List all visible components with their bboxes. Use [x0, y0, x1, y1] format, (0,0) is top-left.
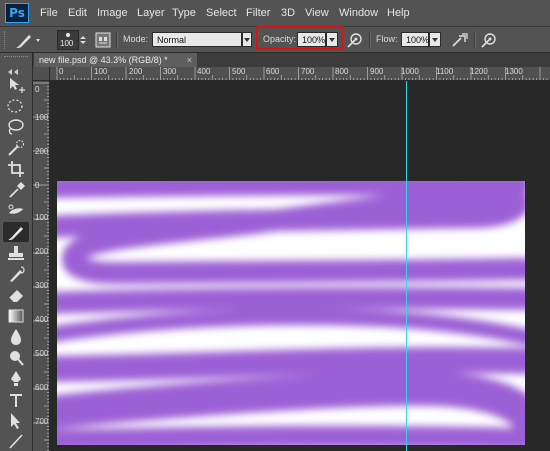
brush-stroke [57, 181, 525, 198]
ruler-label: 100 [35, 113, 49, 122]
document-tab[interactable]: new file.psd @ 43.3% (RGB/8) * × [34, 53, 197, 67]
document-tab-title: new file.psd @ 43.3% (RGB/8) * [39, 55, 168, 65]
history-brush-tool-icon[interactable] [3, 264, 29, 284]
type-tool-icon[interactable] [3, 390, 29, 410]
path-selection-tool-icon[interactable] [3, 411, 29, 431]
marquee-tool-icon[interactable] [3, 96, 29, 116]
clone-stamp-tool-icon[interactable] [3, 243, 29, 263]
menu-file[interactable]: File [40, 7, 58, 19]
brush-size-value: 100 [60, 39, 74, 48]
brush-stroke [57, 308, 525, 345]
brush-stroke [57, 347, 525, 382]
ruler-label: 500 [232, 67, 246, 76]
ruler-label: 800 [335, 67, 349, 76]
menu-select[interactable]: Select [206, 7, 237, 19]
brush-size-stepper[interactable] [80, 30, 86, 50]
ruler-origin[interactable] [33, 67, 50, 81]
ruler-label: 300 [35, 281, 49, 290]
brush-panel-toggle-icon[interactable] [94, 31, 114, 49]
ruler-label: 0 [59, 67, 64, 76]
pen-tool-icon[interactable] [3, 369, 29, 389]
ruler-label: 700 [301, 67, 315, 76]
options-separator [474, 31, 476, 49]
menu-3d[interactable]: 3D [281, 7, 295, 19]
toolbox-grip [4, 56, 28, 60]
canvas-workspace[interactable] [50, 81, 550, 451]
mode-select[interactable]: Normal [152, 32, 242, 47]
ruler-label: 1100 [436, 67, 454, 76]
options-grip [4, 31, 8, 49]
gradient-tool-icon[interactable] [3, 306, 29, 326]
ruler-label: 100 [94, 67, 108, 76]
document-tab-bar: new file.psd @ 43.3% (RGB/8) * × [33, 53, 550, 67]
ruler-label: 100 [35, 213, 49, 222]
eraser-tool-icon[interactable] [3, 285, 29, 305]
ruler-label: 700 [35, 417, 49, 426]
opacity-highlight-box [256, 26, 343, 50]
ruler-label: 600 [35, 383, 49, 392]
menu-bar: Ps File Edit Image Layer Type Select Fil… [0, 0, 550, 27]
brush-stroke [57, 287, 525, 314]
menu-view[interactable]: View [305, 7, 329, 19]
flow-label: Flow: [376, 34, 398, 44]
photoshop-logo: Ps [5, 3, 29, 23]
blur-tool-icon[interactable] [3, 327, 29, 347]
pressure-size-icon[interactable] [480, 31, 498, 49]
brush-dot-icon [66, 33, 70, 37]
options-separator [369, 31, 371, 49]
ruler-label: 200 [35, 247, 49, 256]
ruler-label: 400 [35, 315, 49, 324]
brush-preset-icon[interactable] [15, 31, 45, 49]
vertical-ruler-ticks [33, 82, 49, 451]
ruler-label: 1000 [401, 67, 419, 76]
flow-dropdown-arrow-icon[interactable] [429, 32, 441, 47]
options-separator [116, 31, 118, 49]
menu-help[interactable]: Help [387, 7, 410, 19]
mode-label: Mode: [123, 34, 149, 44]
mode-dropdown-arrow-icon[interactable] [242, 32, 252, 47]
menu-edit[interactable]: Edit [68, 7, 87, 19]
airbrush-icon[interactable] [450, 31, 470, 49]
ruler-label: 600 [266, 67, 280, 76]
ruler-label: 0 [35, 181, 40, 190]
toolbox-collapse-icon[interactable] [6, 61, 26, 75]
crop-tool-icon[interactable] [3, 159, 29, 179]
ruler-label: 0 [35, 85, 40, 94]
menu-window[interactable]: Window [339, 7, 378, 19]
close-tab-icon[interactable]: × [187, 53, 192, 67]
ruler-label: 200 [35, 147, 49, 156]
menu-image[interactable]: Image [97, 7, 128, 19]
spot-healing-tool-icon[interactable] [3, 201, 29, 221]
ruler-label: 1300 [505, 67, 523, 76]
brush-stroke [57, 371, 525, 434]
flow-input[interactable]: 100% [401, 32, 429, 47]
ruler-label: 400 [197, 67, 211, 76]
horizontal-ruler[interactable]: 0 100 200 300 400 500 600 700 800 900 10… [50, 67, 550, 81]
ruler-label: 200 [129, 67, 143, 76]
pressure-opacity-icon[interactable] [346, 31, 364, 49]
menu-filter[interactable]: Filter [246, 7, 270, 19]
move-tool-icon[interactable] [3, 75, 29, 95]
eyedropper-tool-icon[interactable] [3, 180, 29, 200]
dodge-tool-icon[interactable] [3, 348, 29, 368]
menu-layer[interactable]: Layer [137, 7, 165, 19]
ruler-label: 1200 [470, 67, 488, 76]
brush-stroke [57, 425, 525, 445]
vertical-guide-line[interactable] [406, 81, 407, 451]
ruler-label: 300 [163, 67, 177, 76]
document-canvas[interactable] [57, 181, 525, 445]
vertical-ruler[interactable]: 0 100 200 0 100 200 300 400 500 600 700 [33, 81, 50, 451]
tools-panel [0, 53, 33, 451]
quick-selection-tool-icon[interactable] [3, 138, 29, 158]
brush-size-swatch[interactable]: 100 [57, 30, 79, 50]
ruler-label: 900 [370, 67, 384, 76]
brush-strokes [57, 181, 525, 445]
brush-stroke [57, 184, 525, 284]
ruler-label: 500 [35, 349, 49, 358]
brush-tool-icon[interactable] [3, 222, 29, 242]
lasso-tool-icon[interactable] [3, 117, 29, 137]
line-tool-icon[interactable] [3, 431, 29, 451]
menu-type[interactable]: Type [172, 7, 196, 19]
